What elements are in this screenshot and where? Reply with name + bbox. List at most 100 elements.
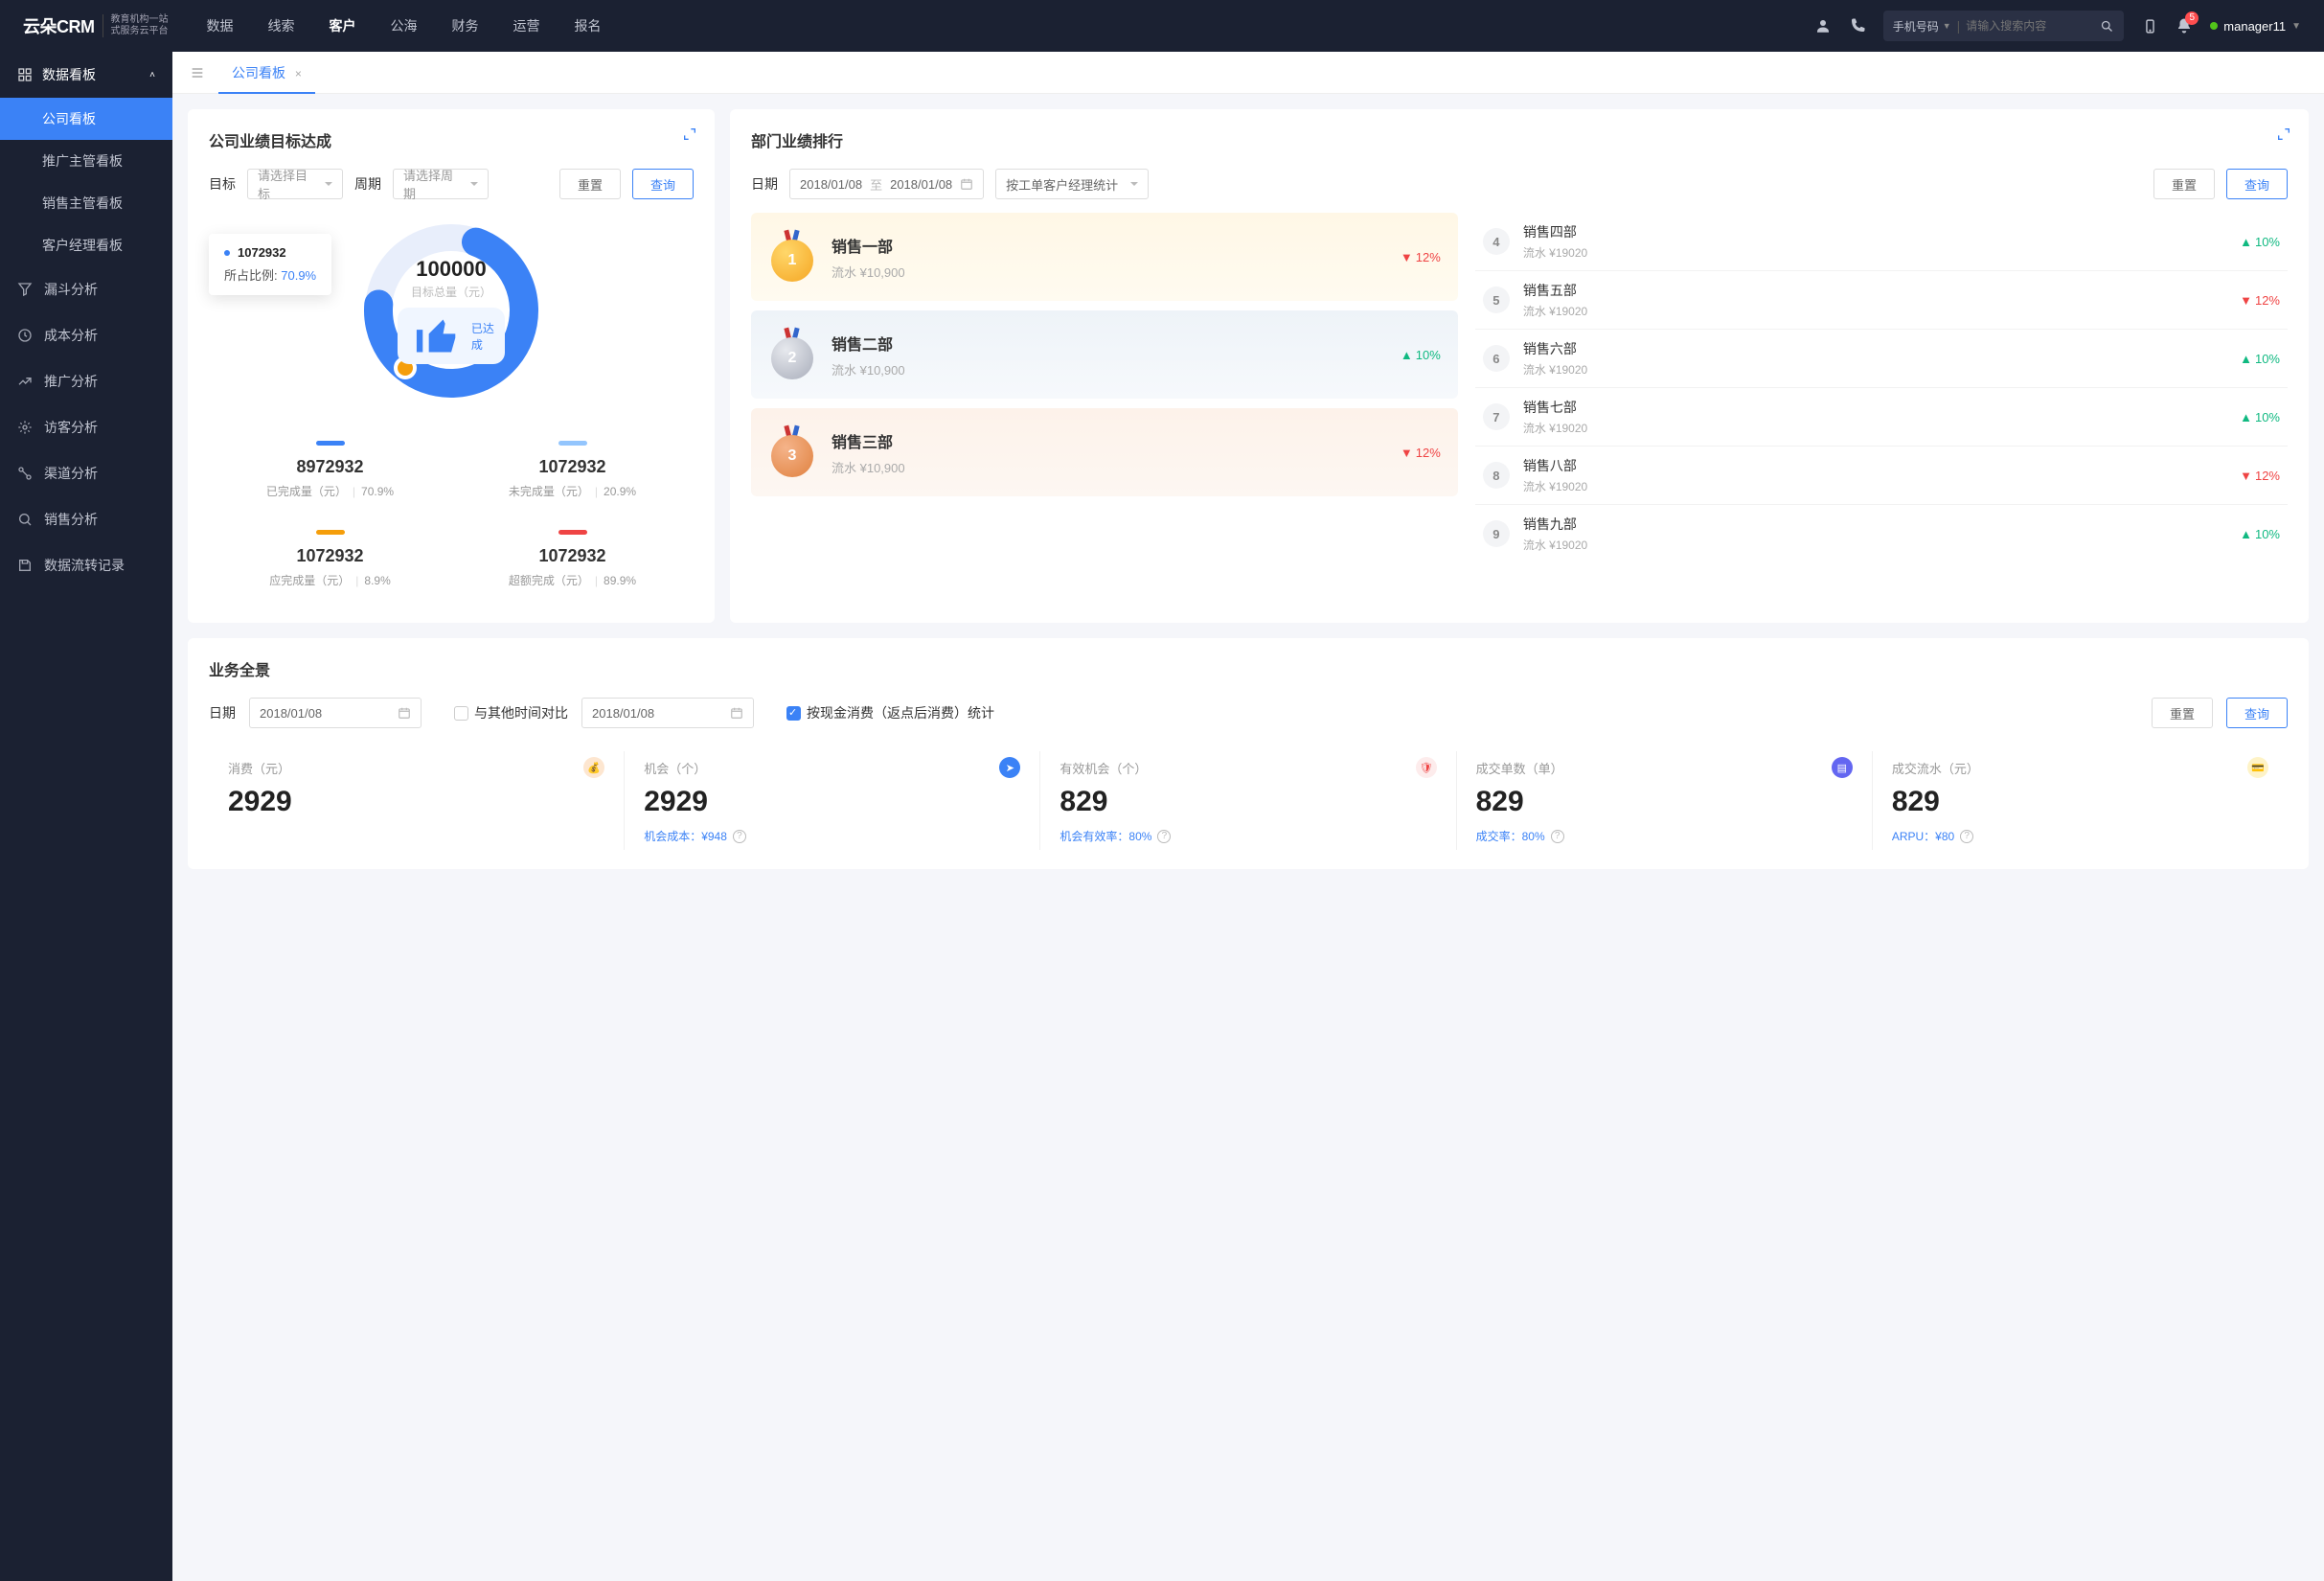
sidebar-item[interactable]: 成本分析 (0, 312, 172, 358)
sidebar-item[interactable]: 数据流转记录 (0, 542, 172, 588)
topnav-item[interactable]: 线索 (268, 16, 295, 35)
group-by-select[interactable]: 按工单客户经理统计 (995, 169, 1149, 199)
query-button[interactable]: 查询 (632, 169, 694, 199)
metric-value: 829 (1059, 786, 1436, 818)
stat-cell: 8972932 已完成量（元）|70.9% (209, 425, 451, 515)
rank-change: ▼ 12% (1401, 250, 1441, 264)
tab-company-dashboard[interactable]: 公司看板 × (218, 52, 315, 94)
expand-icon[interactable] (2276, 126, 2291, 142)
medal-icon: 3 (768, 425, 816, 479)
sidebar-item[interactable]: 推广分析 (0, 358, 172, 404)
sidebar-item[interactable]: 渠道分析 (0, 450, 172, 496)
target-label: 目标 (209, 174, 236, 194)
arrow-down-icon: ▼ (2240, 293, 2252, 308)
panel-dept-ranking: 部门业绩排行 日期 2018/01/08 至 2018/01/08 按工单客户经… (730, 109, 2309, 623)
rank-card: 2 销售二部 流水 ¥10,900 ▲ 10% (751, 310, 1458, 399)
panel-target-achievement: 公司业绩目标达成 目标 请选择目标 周期 请选择周期 重置 查询 1072932 (188, 109, 715, 623)
sidebar-item[interactable]: 漏斗分析 (0, 266, 172, 312)
rank-change: ▲ 10% (2240, 352, 2280, 366)
rank-change: ▼ 12% (1401, 446, 1441, 460)
topnav-item[interactable]: 客户 (330, 16, 356, 35)
phone-icon[interactable] (1849, 17, 1866, 34)
query-button[interactable]: 查询 (2226, 698, 2288, 728)
metric-label: 成交单数（单） (1476, 759, 1563, 777)
rank-change: ▲ 10% (2240, 410, 2280, 424)
topnav-item[interactable]: 公海 (391, 16, 418, 35)
rank-number: 9 (1483, 520, 1510, 547)
metric-label: 消费（元） (228, 759, 290, 777)
sidebar-item[interactable]: 销售主管看板 (0, 182, 172, 224)
search-icon[interactable] (2100, 19, 2114, 34)
stat-mode-checkbox[interactable]: 按现金消费（返点后消费）统计 (786, 703, 994, 722)
achieved-badge: 已达成 (398, 308, 504, 364)
sidebar-item[interactable]: 访客分析 (0, 404, 172, 450)
rank-amount: 流水 ¥19020 (1523, 244, 2226, 261)
rank-name: 销售三部 (832, 429, 1385, 452)
rank-amount: 流水 ¥19020 (1523, 537, 2226, 553)
rank-number: 6 (1483, 345, 1510, 372)
close-icon[interactable]: × (295, 67, 302, 80)
date-picker[interactable]: 2018/01/08 (249, 698, 422, 728)
toggle-sidebar-icon[interactable] (184, 59, 211, 86)
period-select[interactable]: 请选择周期 (393, 169, 489, 199)
topnav-item[interactable]: 财务 (452, 16, 479, 35)
help-icon[interactable]: ? (1551, 830, 1564, 843)
help-icon[interactable]: ? (733, 830, 746, 843)
compare-date-picker[interactable]: 2018/01/08 (581, 698, 754, 728)
topnav-item[interactable]: 报名 (575, 16, 602, 35)
sidebar-item[interactable]: 客户经理看板 (0, 224, 172, 266)
rank-name: 销售二部 (832, 332, 1385, 355)
medal-icon: 1 (768, 230, 816, 284)
rank-row: 7 销售七部 流水 ¥19020 ▲ 10% (1475, 387, 2288, 446)
sidebar-item[interactable]: 公司看板 (0, 98, 172, 140)
metric-value: 2929 (644, 786, 1020, 818)
rank-name: 销售一部 (832, 234, 1385, 257)
rank-row: 9 销售九部 流水 ¥19020 ▲ 10% (1475, 504, 2288, 562)
rank-amount: 流水 ¥19020 (1523, 478, 2226, 494)
user-menu[interactable]: manager11 ▼ (2210, 19, 2301, 34)
target-select[interactable]: 请选择目标 (247, 169, 343, 199)
arrow-up-icon: ▲ (2240, 527, 2252, 541)
metric-sub: 机会有效率：80% ? (1059, 828, 1436, 844)
top-nav: 数据 线索 客户 公海 财务 运营 报名 (207, 16, 602, 35)
stat-value: 8972932 (218, 457, 442, 477)
date-range-picker[interactable]: 2018/01/08 至 2018/01/08 (789, 169, 984, 199)
calendar-icon (730, 706, 743, 720)
search-type-select[interactable]: 手机号码 (1893, 18, 1939, 34)
reset-button[interactable]: 重置 (559, 169, 621, 199)
expand-icon[interactable] (682, 126, 697, 142)
rank-name: 销售五部 (1523, 281, 2226, 300)
rank-card: 1 销售一部 流水 ¥10,900 ▼ 12% (751, 213, 1458, 301)
sidebar-item[interactable]: 销售分析 (0, 496, 172, 542)
bell-icon[interactable]: 5 (2176, 17, 2193, 34)
metric-card: 机会（个） ➤ 2929 机会成本：¥948 ? (624, 751, 1039, 850)
rank-amount: 流水 ¥19020 (1523, 420, 2226, 436)
arrow-down-icon: ▼ (2240, 469, 2252, 483)
metric-sub: 成交率：80% ? (1476, 828, 1853, 844)
reset-button[interactable]: 重置 (2152, 698, 2213, 728)
query-button[interactable]: 查询 (2226, 169, 2288, 199)
stat-cell: 1072932 未完成量（元）|20.9% (451, 425, 694, 515)
topnav-item[interactable]: 运营 (513, 16, 540, 35)
panel-overview: 业务全景 日期 2018/01/08 与其他时间对比 2018/01/08 (188, 638, 2309, 869)
device-icon[interactable] (2141, 17, 2158, 34)
arrow-up-icon: ▲ (2240, 352, 2252, 366)
compare-checkbox[interactable]: 与其他时间对比 (454, 703, 568, 722)
metric-value: 829 (1476, 786, 1853, 818)
help-icon[interactable]: ? (1157, 830, 1171, 843)
user-icon[interactable] (1814, 17, 1832, 34)
sidebar-group-dashboard[interactable]: 数据看板 ˄ (0, 52, 172, 98)
reset-button[interactable]: 重置 (2153, 169, 2215, 199)
menu-icon (17, 512, 33, 527)
sidebar-item[interactable]: 推广主管看板 (0, 140, 172, 182)
search-input[interactable] (1966, 19, 2100, 33)
panel-title: 部门业绩排行 (751, 128, 2288, 151)
stat-value: 1072932 (461, 546, 684, 566)
arrow-up-icon: ▲ (2240, 410, 2252, 424)
topnav-item[interactable]: 数据 (207, 16, 234, 35)
menu-icon (17, 328, 33, 343)
rank-name: 销售九部 (1523, 515, 2226, 534)
help-icon[interactable]: ? (1960, 830, 1973, 843)
rank-number: 5 (1483, 286, 1510, 313)
metric-card: 有效机会（个） 🛡 829 机会有效率：80% ? (1039, 751, 1455, 850)
